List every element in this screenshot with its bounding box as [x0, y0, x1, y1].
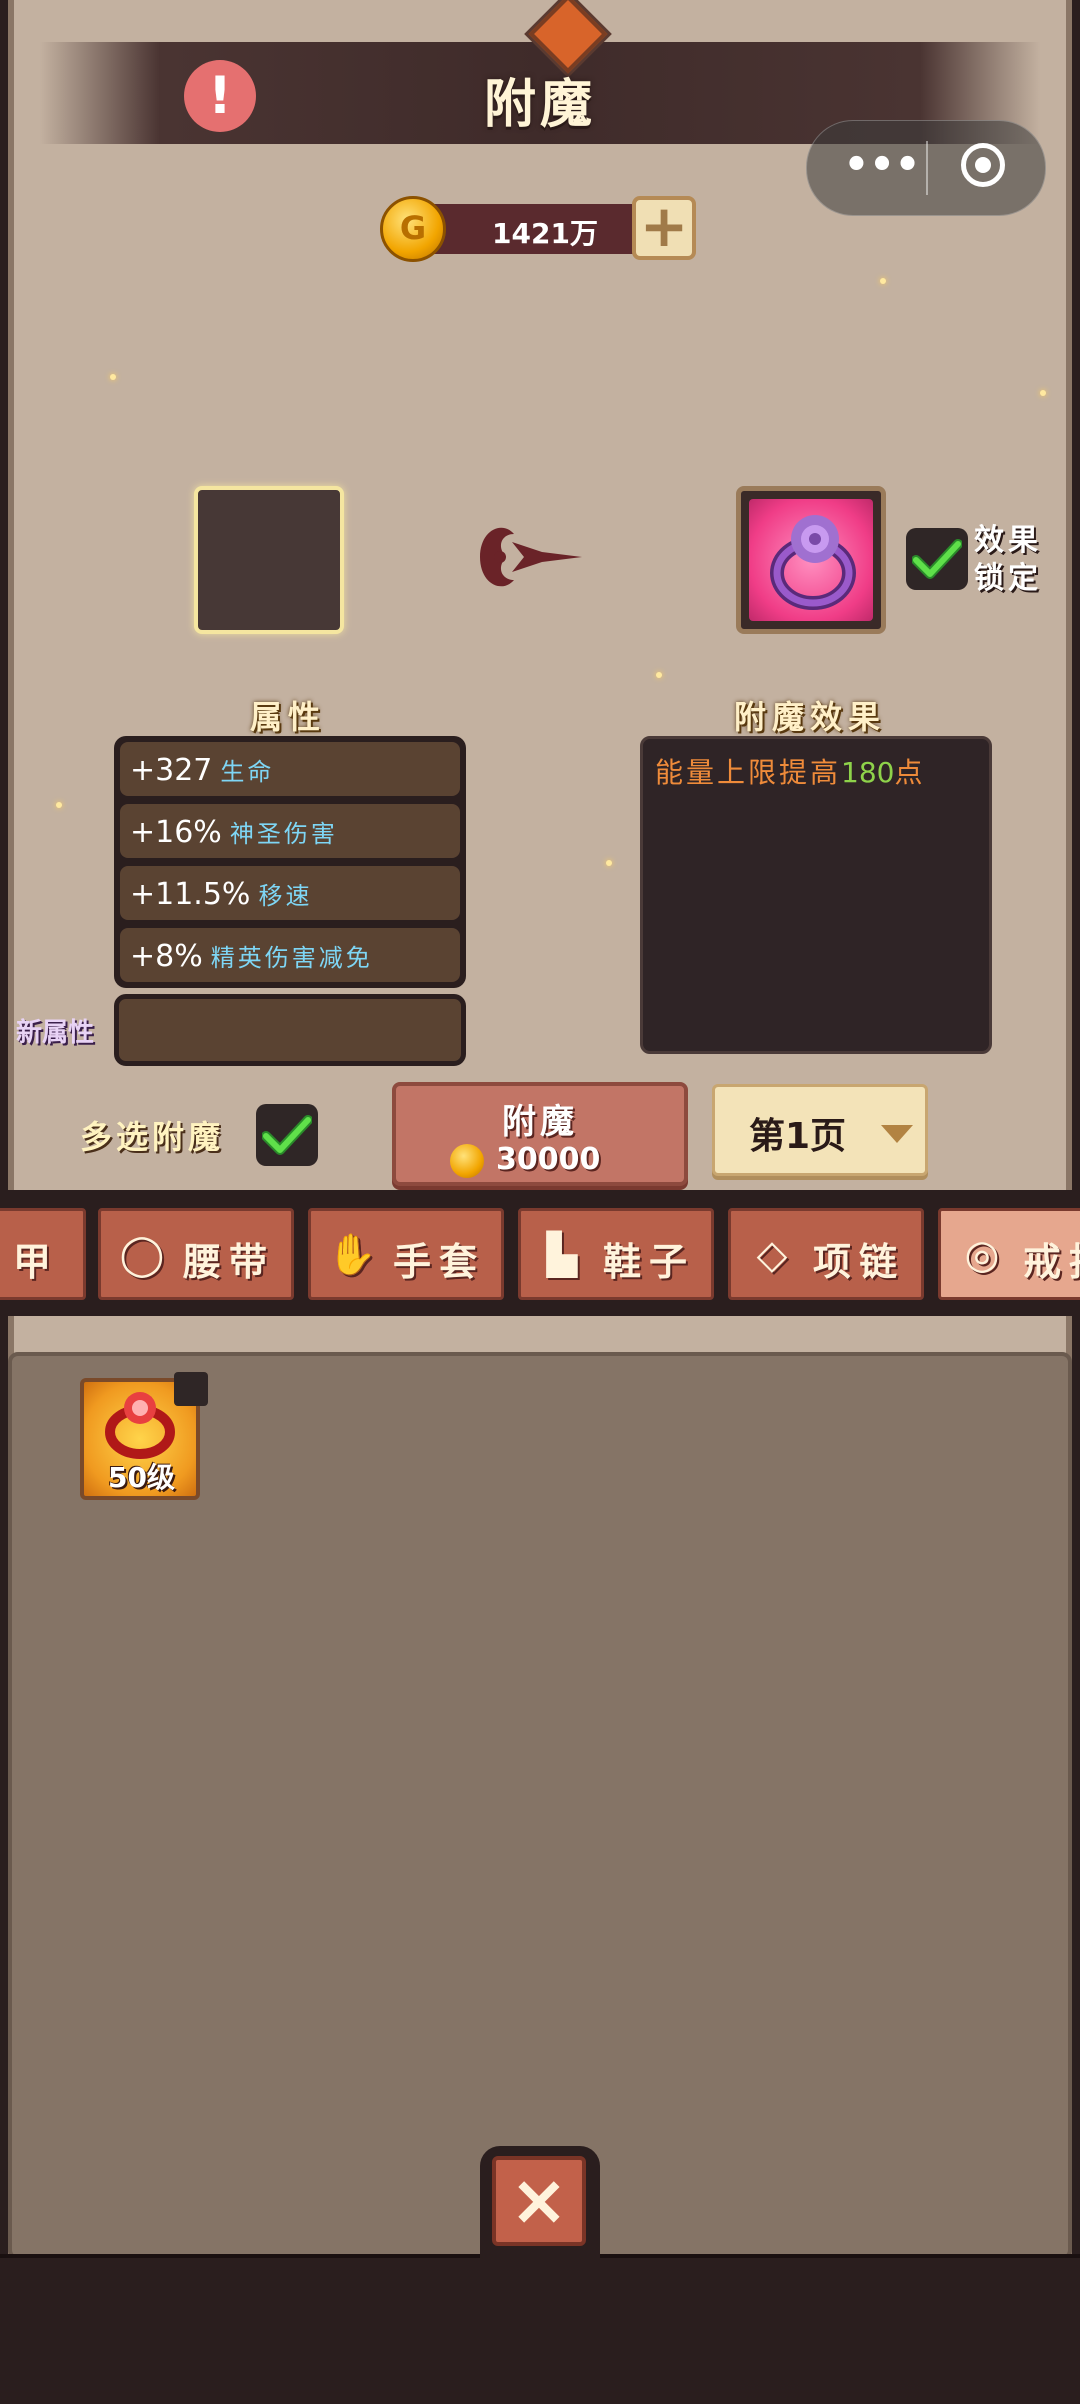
checkmark-icon [262, 1115, 312, 1155]
bottom-bar [0, 2254, 1080, 2404]
attribute-value: +327 [130, 753, 213, 788]
multi-select-label: 多选附魔 [80, 1118, 225, 1156]
equipment-slot-empty[interactable] [194, 486, 344, 634]
enchant-button[interactable]: 附魔 30000 [392, 1082, 688, 1186]
effect-lock-checkbox[interactable] [906, 528, 968, 590]
capsule-divider [926, 141, 928, 195]
attribute-row: +327 生命 [120, 742, 460, 796]
necklace-icon: ◇ [756, 1232, 788, 1278]
glove-icon: ✋ [327, 1232, 377, 1278]
tab-necklace[interactable]: ◇ 项链 [728, 1208, 924, 1300]
attribute-name: 生命 [220, 758, 275, 786]
arrow-right-icon [480, 527, 582, 587]
tab-gloves[interactable]: ✋ 手套 [308, 1208, 504, 1300]
effect-title: 附魔效果 [734, 698, 887, 736]
mini-program-capsule: ••• [806, 120, 1046, 216]
chevron-down-icon [881, 1125, 913, 1143]
multi-select-checkbox[interactable] [256, 1104, 318, 1166]
gold-coin-icon [450, 1144, 484, 1178]
effect-panel: 能量上限提高180点 [640, 736, 992, 1054]
tab-shoes[interactable]: ▙ 鞋子 [518, 1208, 714, 1300]
enchant-cost: 30000 [496, 1142, 601, 1177]
more-menu-icon[interactable]: ••• [837, 141, 927, 195]
attribute-row: +8% 精英伤害减免 [120, 928, 460, 982]
gold-coin-icon [380, 196, 446, 262]
page-label: 第1页 [749, 1116, 847, 1157]
equipment-tabs: 甲 ◯ 腰带 ✋ 手套 ▙ 鞋子 ◇ 项链 ◎ 戒指 [0, 1190, 1080, 1316]
tab-label: 腰带 [183, 1240, 276, 1284]
attribute-value: +16% [130, 815, 222, 850]
ring-icon [749, 499, 873, 621]
new-attribute-box [114, 994, 466, 1066]
tab-belt[interactable]: ◯ 腰带 [98, 1208, 294, 1300]
page-selector[interactable]: 第1页 [712, 1084, 928, 1176]
ring-icon: ◎ [964, 1232, 1000, 1278]
attributes-list: +327 生命 +16% 神圣伤害 +11.5% 移速 +8% 精英伤害减免 [114, 736, 466, 988]
item-level: 50级 [108, 1461, 175, 1494]
attribute-name: 神圣伤害 [229, 820, 338, 848]
attributes-title: 属性 [250, 698, 327, 736]
effect-text: 能量上限提高180点 [655, 756, 926, 789]
tab-label: 甲 [13, 1240, 60, 1284]
gold-amount: 1421万 [492, 217, 598, 250]
new-attribute-label: 新属性 [16, 1018, 95, 1048]
tab-label: 鞋子 [603, 1240, 696, 1284]
close-program-icon[interactable] [961, 143, 1005, 187]
attribute-name: 移速 [258, 882, 313, 910]
attribute-row: +11.5% 移速 [120, 866, 460, 920]
close-button[interactable]: × [492, 2156, 586, 2246]
attribute-name: 精英伤害减免 [210, 944, 373, 972]
tab-label: 手套 [393, 1240, 486, 1284]
tab-label: 项链 [813, 1240, 906, 1284]
checkmark-icon [912, 539, 962, 579]
attribute-row: +16% 神圣伤害 [120, 804, 460, 858]
tab-armor[interactable]: 甲 [0, 1208, 86, 1300]
attribute-value: +8% [130, 939, 203, 974]
belt-icon: ◯ [119, 1232, 165, 1278]
add-gold-button[interactable]: + [632, 196, 696, 260]
tab-ring[interactable]: ◎ 戒指 [938, 1208, 1080, 1300]
enchant-button-label: 附魔 [502, 1102, 578, 1142]
item-select-checkbox[interactable] [174, 1372, 208, 1406]
effect-lock-label: 效果锁定 [974, 523, 1042, 596]
boot-icon: ▙ [546, 1232, 578, 1278]
alert-icon[interactable]: ! [184, 60, 256, 132]
tab-label: 戒指 [1023, 1240, 1080, 1284]
attribute-value: +11.5% [130, 877, 251, 912]
equipment-slot-ring[interactable] [736, 486, 886, 634]
